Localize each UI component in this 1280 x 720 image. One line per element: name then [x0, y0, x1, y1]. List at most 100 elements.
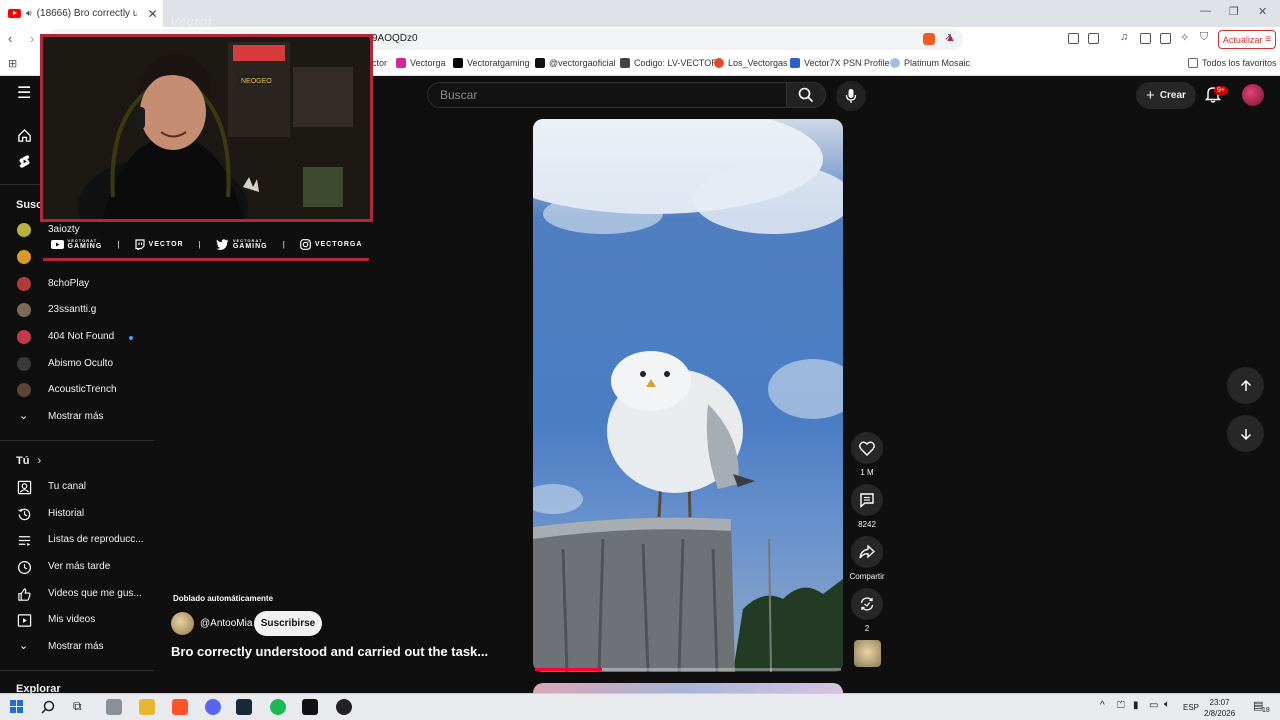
user-box-icon	[17, 480, 32, 495]
taskbar-search-icon[interactable]	[41, 700, 55, 714]
keyboard-language[interactable]: ESP	[1183, 703, 1199, 712]
clock-time: 23:07	[1209, 698, 1230, 707]
subscription-item[interactable]: Abismo Oculto	[0, 352, 154, 378]
tray-chevron-up-icon[interactable]: ^	[1100, 700, 1105, 711]
sidebar-item-history[interactable]: Historial	[0, 502, 154, 528]
sidebar-item-playlists[interactable]: Listas de reproducc...	[0, 528, 154, 554]
epic-launcher-icon[interactable]	[302, 699, 318, 715]
show-more-label: Mostrar más	[48, 411, 104, 422]
brave-rewards-icon[interactable]: ▲	[945, 32, 956, 44]
restore-icon[interactable]: ❐	[1229, 5, 1239, 18]
search-button[interactable]	[786, 82, 826, 108]
music-icon[interactable]: ♫	[1120, 31, 1128, 43]
auto-dubbed-label: Doblado automáticamente	[173, 594, 274, 603]
bookmark-3[interactable]: @vectorgaoficial	[535, 58, 616, 68]
show-more-you[interactable]: ⌄ Mostrar más	[0, 635, 154, 661]
back-icon[interactable]: ‹	[8, 31, 12, 46]
bookmark-5[interactable]: Los_Vectorgas	[714, 58, 788, 68]
task-view-icon[interactable]: ⧉	[73, 699, 82, 714]
audio-track-thumbnail[interactable]	[854, 640, 881, 667]
apps-grid-icon[interactable]: ⊞	[8, 57, 17, 70]
bookmark-6[interactable]: Vector7X PSN Profile	[790, 58, 890, 68]
voice-search-button[interactable]	[836, 81, 866, 111]
steam-icon[interactable]	[236, 699, 252, 715]
sidebar-item-your-channel[interactable]: Tu canal	[0, 475, 154, 501]
explorer-window-icon[interactable]	[106, 699, 122, 715]
spotify-icon[interactable]	[270, 699, 286, 715]
volume-icon[interactable]: 🔈︎	[1164, 699, 1170, 710]
short-video-player[interactable]	[533, 119, 843, 672]
all-favorites[interactable]: Todos los favoritos	[1188, 58, 1277, 68]
update-label: Actualizar	[1222, 34, 1263, 45]
screenshot-icon[interactable]	[1088, 33, 1099, 44]
windows-taskbar: ⧉ ^ ⏍ ▮ ▭ 🔈︎ ESP 23:07 2/8/2026 ▤ 18	[0, 693, 1280, 720]
hamburger-menu-icon[interactable]: ☰	[17, 86, 31, 102]
next-short-button[interactable]	[1227, 415, 1264, 452]
brave-browser-icon[interactable]	[172, 699, 188, 715]
search-icon	[798, 87, 814, 103]
extensions-icon[interactable]	[1068, 33, 1079, 44]
streamer-webcam-overlay: NEOGEO	[40, 34, 373, 222]
tab-close-icon[interactable]: ✕	[148, 7, 158, 21]
system-clock[interactable]: 23:07 2/8/2026	[1204, 697, 1235, 719]
file-explorer-icon[interactable]	[139, 699, 155, 715]
subscription-item[interactable]: 8choPlay	[0, 272, 154, 298]
windows-start-icon[interactable]	[10, 700, 23, 713]
mic-tray-icon[interactable]: ▮	[1133, 700, 1139, 711]
like-button[interactable]	[851, 432, 883, 464]
video-progress-fill	[535, 668, 603, 671]
shorts-icon[interactable]	[17, 154, 32, 169]
reading-list-icon[interactable]	[1160, 33, 1171, 44]
comments-button[interactable]	[851, 484, 883, 516]
share-button[interactable]	[851, 536, 883, 568]
next-short-preview[interactable]	[533, 683, 843, 693]
show-more-subscriptions[interactable]: ⌄ Mostrar más	[0, 405, 154, 431]
sidebar-item-liked-videos[interactable]: Videos que me gus...	[0, 582, 154, 608]
bookmark-0[interactable]: ctor	[372, 58, 387, 68]
you-section-header[interactable]: Tú ›	[16, 455, 41, 467]
brave-shield-icon[interactable]	[923, 33, 935, 45]
sidebar-item-my-videos[interactable]: Mis videos	[0, 608, 154, 634]
previous-short-button[interactable]	[1227, 367, 1264, 404]
sidebar-item-watch-later[interactable]: Ver más tarde	[0, 555, 154, 581]
arrow-up-icon	[1240, 379, 1251, 391]
update-button[interactable]: Actualizar ≡	[1218, 30, 1276, 49]
video-progress-bar[interactable]	[535, 668, 841, 671]
subscribe-button[interactable]: Suscribirse	[254, 611, 322, 636]
remix-icon	[860, 597, 874, 611]
obs-icon[interactable]	[336, 699, 352, 715]
discord-icon[interactable]	[205, 699, 221, 715]
show-more-label: Mostrar más	[48, 641, 104, 652]
search-input[interactable]	[440, 83, 770, 107]
subscriptions-title[interactable]: Susc	[16, 199, 42, 211]
short-title[interactable]: Bro correctly understood and carried out…	[171, 644, 488, 659]
bookmark-1[interactable]: Vectorga	[396, 58, 446, 68]
channel-handle[interactable]: @AntooMia	[200, 618, 252, 629]
bookmark-7[interactable]: Platinum Mosaic	[890, 58, 970, 68]
leo-ai-icon[interactable]: ✧	[1180, 31, 1189, 44]
network-icon[interactable]: ▭	[1149, 700, 1158, 711]
playlist-icon	[18, 536, 31, 547]
subscription-item[interactable]: AcousticTrench	[0, 378, 154, 404]
subscription-item[interactable]: 404 Not Found	[0, 325, 154, 351]
vpn-icon[interactable]: ⛉	[1200, 31, 1208, 44]
bookmark-4[interactable]: Codigo: LV-VECTOR	[620, 58, 718, 68]
remix-button[interactable]	[851, 588, 883, 620]
home-icon[interactable]	[17, 128, 32, 143]
user-avatar[interactable]	[1242, 84, 1264, 106]
browser-tab[interactable]: 🔊︎ (18666) Bro correctly underst ✕	[0, 0, 163, 27]
close-window-icon[interactable]: ✕	[1258, 5, 1267, 18]
speaker-icon[interactable]: 🔊︎	[26, 8, 32, 19]
thumbs-up-icon	[18, 588, 31, 601]
instagram-icon	[299, 238, 311, 250]
subscription-item[interactable]: 23ssantti.g	[0, 298, 154, 324]
plus-icon: +	[1146, 87, 1155, 104]
sidebar-toggle-icon[interactable]	[1140, 33, 1151, 44]
usb-icon[interactable]: ⏍	[1117, 700, 1125, 711]
social-handle: GAMING	[232, 243, 268, 250]
forward-icon[interactable]: ›	[30, 31, 34, 46]
bookmark-2[interactable]: Vectoratgaming	[453, 58, 530, 68]
create-button[interactable]: + Crear	[1136, 82, 1196, 109]
channel-avatar[interactable]	[171, 612, 194, 635]
minimize-icon[interactable]: —	[1200, 5, 1211, 17]
